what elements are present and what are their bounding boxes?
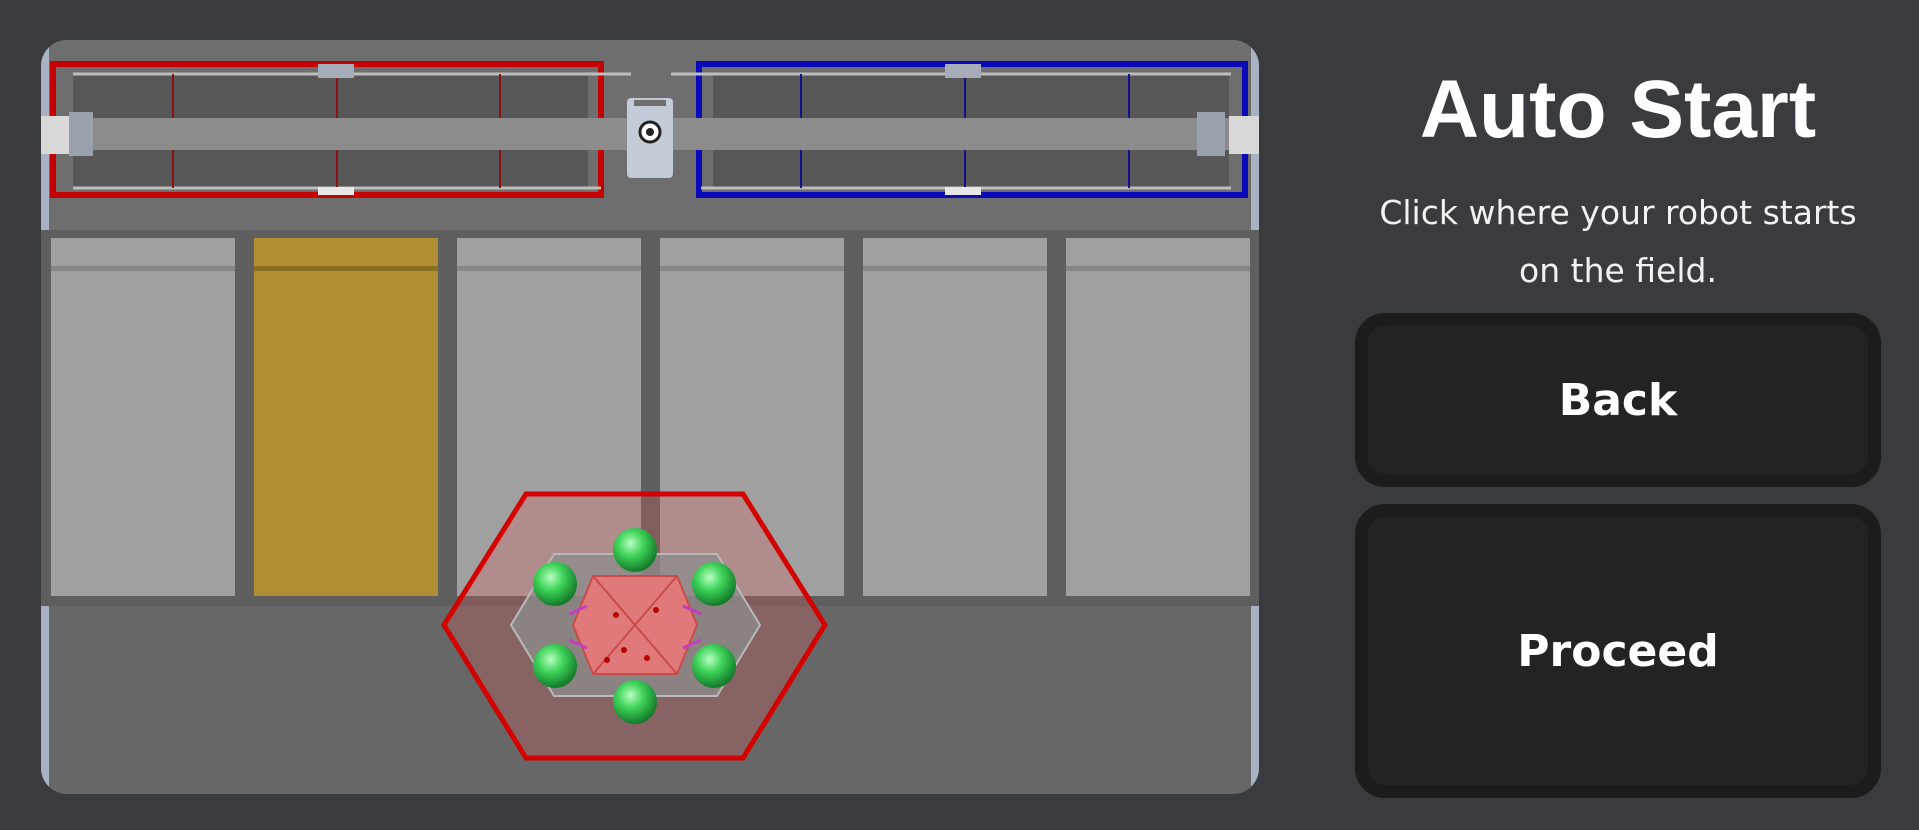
start-zone-line [1066,266,1250,271]
start-zone-line [660,266,844,271]
start-zone[interactable] [51,238,235,596]
start-zone-line [254,266,438,271]
start-zone[interactable] [1066,238,1250,596]
zone-divider-top [41,230,1259,238]
start-zone-line [51,266,235,271]
instructions-text: Click where your robot starts on the fie… [1379,193,1857,290]
side-panel: Auto Start Click where your robot starts… [1355,0,1881,798]
start-zone-selected[interactable] [254,238,438,596]
start-zone-line [863,266,1047,271]
field-map[interactable] [41,40,1259,794]
robot-start-marker [441,491,828,761]
back-button[interactable]: Back [1355,313,1881,487]
page-title: Auto Start [1419,64,1817,155]
start-zone-line [457,266,641,271]
proceed-button[interactable]: Proceed [1355,504,1881,798]
start-zone[interactable] [863,238,1047,596]
